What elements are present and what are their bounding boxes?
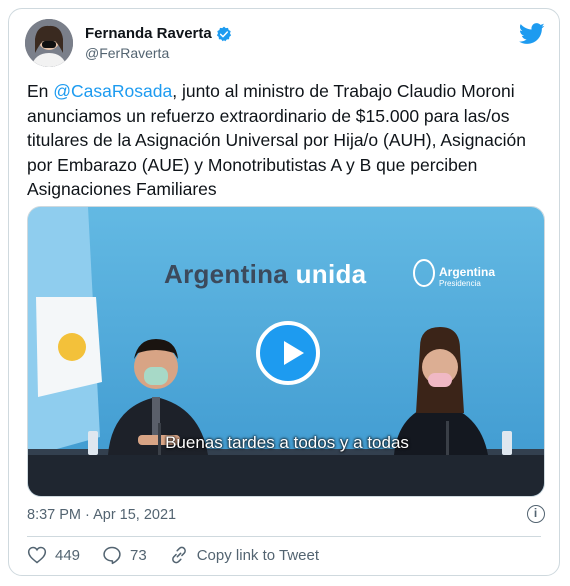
divider: [27, 536, 541, 537]
reply-count: 73: [130, 546, 147, 564]
video-banner: Argentina unida: [164, 259, 366, 290]
logo-title: Argentina: [439, 265, 496, 279]
avatar-image: [25, 19, 73, 67]
verified-badge-icon: [216, 26, 231, 41]
tweet-text-prefix: En: [27, 81, 54, 101]
user-name-row[interactable]: Fernanda Raverta: [85, 25, 232, 42]
copy-link-button[interactable]: Copy link to Tweet: [169, 545, 319, 565]
logo-subtitle: Presidencia: [439, 279, 481, 288]
action-bar: 449 73 Copy link to Tweet: [27, 545, 341, 565]
like-button[interactable]: 449: [27, 545, 80, 565]
info-icon[interactable]: [527, 505, 545, 523]
tweet-card: Fernanda Raverta @FerRaverta En @CasaRos…: [8, 8, 560, 576]
link-icon: [171, 546, 186, 564]
avatar[interactable]: [25, 19, 73, 67]
play-icon[interactable]: [256, 321, 320, 385]
banner-right: unida: [295, 259, 367, 289]
tweet-timestamp[interactable]: 8:37 PM · Apr 15, 2021: [27, 507, 176, 523]
video-subtitle: Buenas tardes a todos y a todas: [165, 433, 409, 452]
tweet-text: En @CasaRosada, junto al ministro de Tra…: [27, 79, 547, 202]
like-count: 449: [55, 546, 81, 564]
user-name[interactable]: Fernanda Raverta: [85, 25, 212, 42]
mention-link[interactable]: @CasaRosada: [53, 81, 172, 101]
video-player[interactable]: Argentina unida Argentina Presidencia Bu…: [27, 206, 545, 497]
reply-icon: [103, 546, 121, 565]
heart-icon: [27, 546, 47, 564]
copy-link-label: Copy link to Tweet: [196, 546, 320, 564]
reply-button[interactable]: 73: [102, 545, 147, 565]
twitter-bird-icon[interactable]: [519, 23, 545, 45]
user-handle[interactable]: @FerRaverta: [85, 45, 169, 61]
banner-left: Argentina: [164, 259, 289, 289]
